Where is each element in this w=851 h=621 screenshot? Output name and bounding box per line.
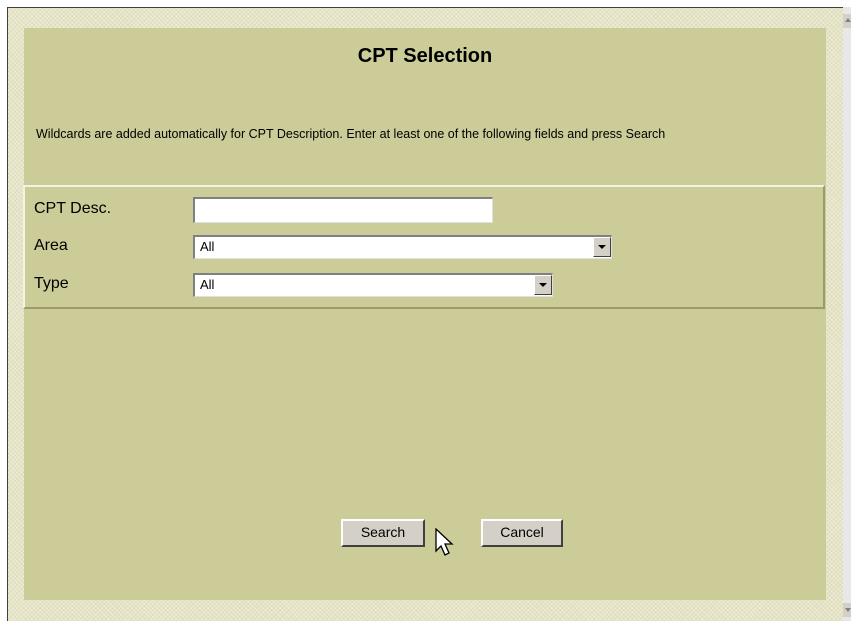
scroll-down-arrow-icon[interactable]	[843, 603, 851, 617]
type-select-value: All	[200, 277, 215, 292]
instructions-text: Wildcards are added automatically for CP…	[36, 127, 666, 141]
browser-window: CPT Selection Wildcards are added automa…	[0, 0, 851, 621]
mouse-pointer-icon	[435, 528, 454, 556]
search-fields-group: CPT Desc. Area All Type All	[23, 185, 825, 309]
cpt-desc-label: CPT Desc.	[34, 200, 112, 217]
area-label: Area	[34, 237, 68, 254]
search-button[interactable]: Search	[341, 519, 425, 547]
area-select-value: All	[200, 239, 215, 254]
scroll-up-arrow-icon[interactable]	[843, 14, 851, 28]
type-row: Type All	[25, 271, 823, 301]
cancel-button[interactable]: Cancel	[481, 519, 563, 547]
chevron-down-icon[interactable]	[534, 275, 552, 295]
cpt-desc-row: CPT Desc.	[25, 196, 823, 226]
cpt-selection-panel: CPT Selection Wildcards are added automa…	[23, 28, 826, 600]
area-row: Area All	[25, 233, 823, 263]
cpt-desc-input[interactable]	[193, 197, 493, 223]
chevron-down-icon[interactable]	[593, 237, 611, 257]
type-label: Type	[34, 275, 69, 292]
area-select[interactable]: All	[193, 235, 612, 259]
page-title: CPT Selection	[357, 45, 493, 67]
type-select[interactable]: All	[193, 273, 553, 297]
vertical-scrollbar[interactable]	[843, 7, 851, 621]
content-frame: CPT Selection Wildcards are added automa…	[7, 7, 843, 621]
